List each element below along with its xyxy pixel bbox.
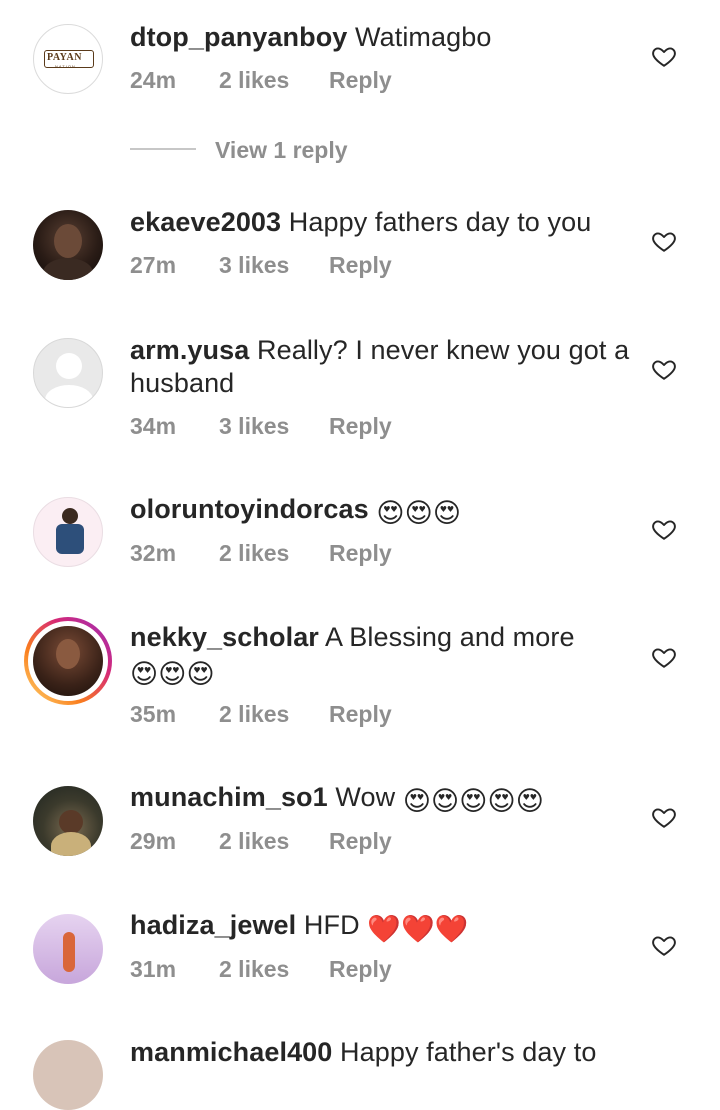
avatar-child-head — [59, 810, 83, 834]
comment-text: munachim_so1 Wow 😍😍😍😍😍 — [130, 781, 630, 818]
reply-button[interactable]: Reply — [329, 413, 392, 440]
avatar-face — [54, 224, 82, 258]
reply-button[interactable]: Reply — [329, 701, 392, 728]
comment-body: Happy fathers day to you — [288, 207, 592, 237]
comment-text: dtop_panyanboy Watimagbo — [130, 21, 630, 54]
username[interactable]: ekaeve2003 — [130, 207, 281, 237]
username[interactable]: dtop_panyanboy — [130, 22, 347, 52]
reply-button[interactable]: Reply — [329, 540, 392, 567]
avatar-shoulders — [43, 258, 93, 280]
likes-count[interactable]: 2 likes — [219, 828, 329, 855]
username[interactable]: oloruntoyindorcas — [130, 494, 369, 524]
comment-meta: 27m 3 likes Reply — [130, 252, 392, 279]
reply-button[interactable]: Reply — [329, 828, 392, 855]
comment-meta: 31m 2 likes Reply — [130, 956, 392, 983]
heart-icon[interactable] — [651, 228, 677, 254]
timestamp: 29m — [130, 828, 177, 854]
username[interactable]: hadiza_jewel — [130, 910, 296, 940]
username[interactable]: arm.yusa — [130, 335, 249, 365]
avatar — [33, 626, 103, 696]
username[interactable]: munachim_so1 — [130, 782, 328, 812]
timestamp: 35m — [130, 701, 177, 727]
avatar-face — [56, 639, 80, 669]
heart-icon[interactable] — [651, 356, 677, 382]
comment-meta: 34m 3 likes Reply — [130, 413, 392, 440]
avatar[interactable] — [33, 914, 103, 984]
likes-count[interactable]: 3 likes — [219, 413, 329, 440]
comment-body: HFD — [303, 910, 360, 940]
avatar[interactable] — [33, 1040, 103, 1110]
timestamp: 34m — [130, 413, 177, 439]
avatar-child-head — [62, 508, 78, 524]
emoji-text: ❤️❤️❤️ — [367, 914, 469, 944]
heart-icon[interactable] — [651, 804, 677, 830]
heart-icon[interactable] — [651, 932, 677, 958]
comment-text: nekky_scholar A Blessing and more 😍😍😍 — [130, 621, 630, 691]
heart-icon[interactable] — [651, 644, 677, 670]
comment-meta: 35m 2 likes Reply — [130, 701, 392, 728]
emoji-text: 😍😍😍 — [376, 498, 462, 528]
likes-count[interactable]: 3 likes — [219, 252, 329, 279]
payan-logo: PAYAN NATION — [44, 50, 94, 69]
likes-count[interactable]: 2 likes — [219, 67, 329, 94]
story-ring[interactable] — [24, 617, 112, 705]
heart-icon[interactable] — [651, 516, 677, 542]
avatar-child-body — [51, 832, 91, 856]
view-replies-label: View 1 reply — [215, 137, 348, 163]
comment-text: ekaeve2003 Happy fathers day to you — [130, 206, 630, 239]
username[interactable]: manmichael400 — [130, 1037, 332, 1067]
emoji-text: 😍😍😍😍😍 — [402, 786, 545, 816]
likes-count[interactable]: 2 likes — [219, 701, 329, 728]
reply-button[interactable]: Reply — [329, 252, 392, 279]
comment-text: manmichael400 Happy father's day to — [130, 1036, 630, 1069]
comment-body: Happy father's day to — [340, 1037, 597, 1067]
default-avatar-head — [56, 353, 82, 379]
comment-text: hadiza_jewel HFD ❤️❤️❤️ — [130, 909, 630, 946]
avatar-child-body — [56, 524, 84, 554]
avatar[interactable] — [33, 338, 103, 408]
comment-text: arm.yusa Really? I never knew you got a … — [130, 334, 630, 400]
comment-text: oloruntoyindorcas 😍😍😍 — [130, 493, 630, 530]
avatar[interactable]: PAYAN NATION — [33, 24, 103, 94]
divider — [130, 148, 196, 150]
comment-body: Wow — [335, 782, 396, 812]
avatar-figure — [63, 932, 75, 972]
timestamp: 24m — [130, 67, 177, 93]
comment-body: A Blessing and more — [325, 622, 575, 652]
comment-meta: 29m 2 likes Reply — [130, 828, 392, 855]
avatar[interactable] — [33, 786, 103, 856]
avatar[interactable] — [33, 497, 103, 567]
comment-meta: 24m 2 likes Reply — [130, 67, 392, 94]
emoji-text: 😍😍😍 — [130, 659, 215, 689]
username[interactable]: nekky_scholar — [130, 622, 319, 652]
likes-count[interactable]: 2 likes — [219, 956, 329, 983]
default-avatar-body — [45, 385, 93, 407]
avatar[interactable] — [33, 210, 103, 280]
timestamp: 31m — [130, 956, 177, 982]
timestamp: 32m — [130, 540, 177, 566]
reply-button[interactable]: Reply — [329, 67, 392, 94]
reply-button[interactable]: Reply — [329, 956, 392, 983]
timestamp: 27m — [130, 252, 177, 278]
likes-count[interactable]: 2 likes — [219, 540, 329, 567]
heart-icon[interactable] — [651, 43, 677, 69]
comment-body: Watimagbo — [355, 22, 492, 52]
comment-meta: 32m 2 likes Reply — [130, 540, 392, 567]
